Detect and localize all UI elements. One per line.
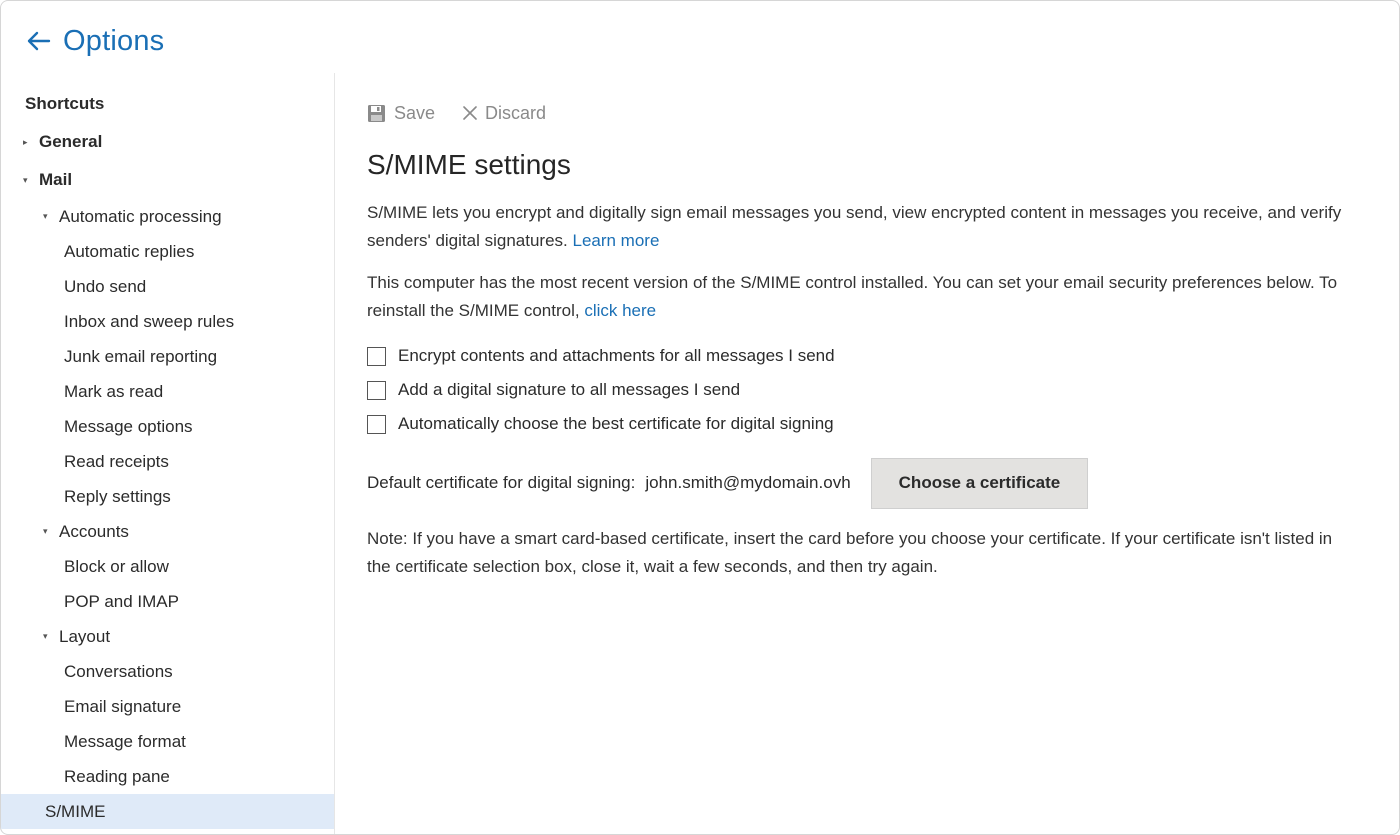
caret-down-icon xyxy=(43,526,59,537)
sidebar-item-mail[interactable]: Mail xyxy=(1,161,334,199)
smime-settings-panel: Save Discard S/MIME settings S/MIME lets… xyxy=(367,97,1359,595)
sign-all-checkbox[interactable] xyxy=(367,380,386,400)
default-certificate-label: Default certificate for digital signing: xyxy=(367,473,636,492)
sidebar-item-email-signature[interactable]: Email signature xyxy=(1,689,334,724)
sidebar-item-undo-send[interactable]: Undo send xyxy=(1,269,334,304)
sidebar-item-general[interactable]: General xyxy=(1,123,334,161)
sidebar-item-smime[interactable]: S/MIME xyxy=(1,794,334,829)
control-paragraph: This computer has the most recent versio… xyxy=(367,273,1338,320)
discard-button[interactable]: Discard xyxy=(463,103,546,124)
auto-cert-checkbox[interactable] xyxy=(367,414,386,434)
choose-certificate-button[interactable]: Choose a certificate xyxy=(870,457,1089,509)
encrypt-all-checkbox[interactable] xyxy=(367,346,386,366)
sidebar-item-conversations[interactable]: Conversations xyxy=(1,654,334,689)
auto-cert-option[interactable]: Automatically choose the best certificat… xyxy=(367,407,1359,441)
sidebar-item-automatic-processing[interactable]: Automatic processing xyxy=(1,199,334,234)
close-icon xyxy=(463,106,477,120)
sign-all-option[interactable]: Add a digital signature to all messages … xyxy=(367,373,1359,407)
default-certificate-value: john.smith@mydomain.ovh xyxy=(645,473,851,492)
sidebar-item-message-options[interactable]: Message options xyxy=(1,409,334,444)
sidebar-item-message-format[interactable]: Message format xyxy=(1,724,334,759)
caret-right-icon xyxy=(23,137,39,148)
sidebar-item-inbox-sweep-rules[interactable]: Inbox and sweep rules xyxy=(1,304,334,339)
page-header-title: Options xyxy=(63,24,165,57)
note-paragraph: Note: If you have a smart card-based cer… xyxy=(367,529,1333,576)
back-to-options[interactable]: Options xyxy=(25,21,164,61)
caret-down-icon xyxy=(43,631,59,642)
sidebar-item-junk-email-reporting[interactable]: Junk email reporting xyxy=(1,339,334,374)
default-certificate-row: Default certificate for digital signing:… xyxy=(367,457,1359,509)
click-here-link[interactable]: click here xyxy=(584,301,656,320)
smime-options: Encrypt contents and attachments for all… xyxy=(367,339,1359,441)
toolbar: Save Discard xyxy=(367,97,1359,129)
intro-paragraph: S/MIME lets you encrypt and digitally si… xyxy=(367,203,1342,250)
sidebar-item-layout[interactable]: Layout xyxy=(1,619,334,654)
sidebar-item-pop-imap[interactable]: POP and IMAP xyxy=(1,584,334,619)
sidebar-item-reply-settings[interactable]: Reply settings xyxy=(1,479,334,514)
options-window: Options Shortcuts General Mail Automatic… xyxy=(0,0,1400,835)
sidebar-item-read-receipts[interactable]: Read receipts xyxy=(1,444,334,479)
sidebar-item-shortcuts[interactable]: Shortcuts xyxy=(1,85,334,123)
sidebar-item-block-or-allow[interactable]: Block or allow xyxy=(1,549,334,584)
caret-down-icon xyxy=(43,211,59,222)
save-button[interactable]: Save xyxy=(367,103,435,124)
back-arrow-icon xyxy=(27,31,51,51)
options-sidebar: Shortcuts General Mail Automatic process… xyxy=(1,73,335,834)
sidebar-item-mark-as-read[interactable]: Mark as read xyxy=(1,374,334,409)
sidebar-item-automatic-replies[interactable]: Automatic replies xyxy=(1,234,334,269)
sidebar-item-accounts[interactable]: Accounts xyxy=(1,514,334,549)
encrypt-all-option[interactable]: Encrypt contents and attachments for all… xyxy=(367,339,1359,373)
floppy-disk-icon xyxy=(368,104,385,122)
sidebar-item-reading-pane[interactable]: Reading pane xyxy=(1,759,334,794)
page-title: S/MIME settings xyxy=(367,149,571,180)
learn-more-link[interactable]: Learn more xyxy=(572,231,659,250)
caret-down-icon xyxy=(23,175,39,186)
